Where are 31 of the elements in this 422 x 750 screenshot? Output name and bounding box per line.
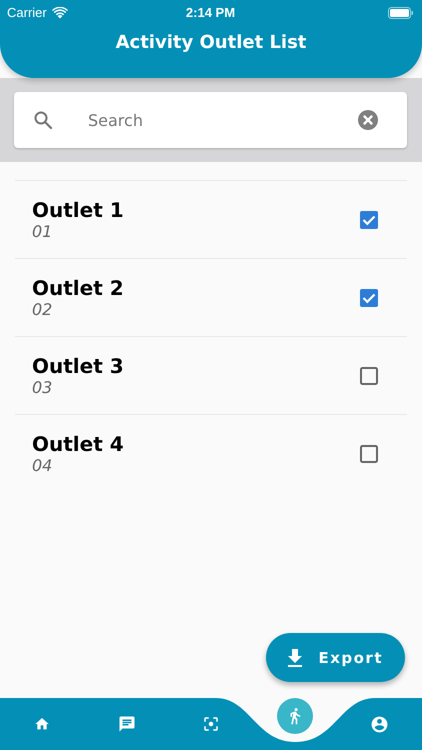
- download-icon: [286, 648, 304, 668]
- chat-icon: [118, 715, 136, 733]
- nav-item[interactable]: [277, 698, 314, 734]
- checkbox[interactable]: [359, 366, 379, 386]
- home-icon: [34, 716, 50, 732]
- profile-icon: [370, 714, 390, 734]
- search-field[interactable]: Search: [14, 92, 407, 148]
- outlet-name: Outlet 3: [32, 354, 124, 378]
- clear-icon[interactable]: [357, 109, 379, 131]
- export-button[interactable]: Export: [266, 633, 405, 682]
- page-title: Activity Outlet List: [114, 32, 308, 53]
- outlet-name: Outlet 4: [32, 432, 124, 456]
- outlet-row[interactable]: Outlet 3 03: [15, 337, 407, 415]
- outlet-row[interactable]: Outlet 2 02: [15, 259, 407, 337]
- checkbox[interactable]: [359, 444, 379, 464]
- outlet-row[interactable]: Outlet 1 01: [15, 181, 407, 259]
- battery-icon: [388, 6, 414, 18]
- outlet-row[interactable]: Outlet 4 04: [15, 415, 407, 492]
- outlet-name: Outlet 2: [32, 276, 124, 300]
- outlet-name: Outlet 1: [32, 198, 124, 222]
- outlet-code: 01: [32, 222, 54, 242]
- focus-icon: [202, 715, 220, 733]
- checkbox[interactable]: [359, 210, 379, 230]
- outlet-code: 03: [32, 378, 54, 398]
- checkbox[interactable]: [359, 288, 379, 308]
- outlet-code: 02: [32, 300, 54, 320]
- status-time: 2:14 PM: [186, 5, 236, 20]
- carrier-name: Carrier: [7, 5, 47, 20]
- outlet-code: 04: [32, 456, 54, 476]
- search-icon: [33, 110, 53, 130]
- wifi-icon: [52, 6, 68, 18]
